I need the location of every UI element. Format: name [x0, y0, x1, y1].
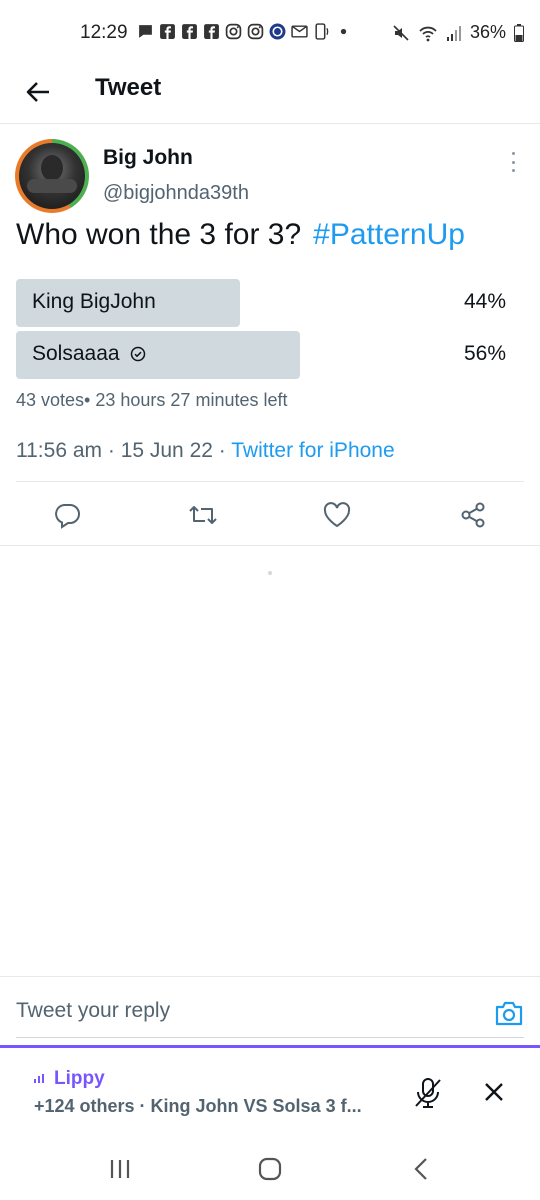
battery-icon — [514, 23, 525, 42]
nav-back-button[interactable] — [408, 1157, 434, 1181]
audio-bars-icon — [34, 1074, 44, 1083]
message-icon — [139, 25, 152, 38]
poll-votes: 43 votes — [16, 390, 85, 410]
spaces-dock[interactable]: Lippy +124 others · King John VS Solsa 3… — [0, 1045, 540, 1137]
battery-percent: 36% — [470, 22, 507, 42]
hashtag-link[interactable]: #PatternUp — [313, 218, 465, 251]
home-button[interactable] — [257, 1157, 283, 1181]
poll-option-percent: 44% — [463, 290, 506, 313]
dot-icon — [340, 28, 347, 35]
system-nav-bar — [0, 1137, 540, 1200]
arrow-left-icon — [26, 82, 49, 102]
poll-separator: • — [84, 390, 91, 410]
divider — [0, 545, 540, 546]
mic-off-icon — [415, 1078, 441, 1108]
more-dot-icon — [511, 169, 515, 172]
instagram-icon — [225, 23, 242, 40]
status-bar: 12:29 36% — [0, 0, 540, 66]
user-handle[interactable]: @bigjohnda39th — [103, 182, 249, 205]
poll-option: King BigJohn 44% — [16, 279, 524, 327]
reply-icon — [55, 504, 80, 529]
share-icon — [461, 502, 485, 528]
spaces-subtitle: +124 others · King John VS Solsa 3 f... — [34, 1096, 362, 1116]
spaces-host: Lippy — [54, 1068, 105, 1089]
like-icon — [323, 502, 351, 528]
like-button[interactable] — [322, 500, 352, 530]
close-button[interactable] — [480, 1078, 508, 1106]
camera-icon — [495, 1001, 523, 1026]
meta-separator: · — [107, 439, 115, 462]
page-title: Tweet — [95, 74, 162, 101]
tweet-date: 15 Jun 22 — [120, 439, 213, 462]
retweet-button[interactable] — [188, 500, 218, 530]
more-dot-icon — [511, 152, 515, 155]
tweet-source-link[interactable]: Twitter for iPhone — [231, 439, 394, 462]
back-icon — [414, 1158, 427, 1180]
facebook-icon — [160, 24, 175, 39]
instagram-icon — [247, 23, 264, 40]
mic-toggle-button[interactable] — [412, 1076, 444, 1110]
poll-option-label: Solsaaaa — [32, 342, 146, 366]
tweet-actions — [0, 482, 540, 546]
poll-time-left: 23 hours 27 minutes left — [95, 390, 288, 410]
close-icon — [485, 1083, 503, 1101]
home-icon — [258, 1157, 282, 1181]
reply-composer — [0, 976, 540, 1046]
facebook-icon — [182, 24, 197, 39]
app-icon — [269, 23, 286, 40]
reply-button[interactable] — [52, 500, 82, 530]
top-app-bar: Tweet — [0, 66, 540, 124]
share-button[interactable] — [458, 500, 488, 530]
tweet-timestamp: 11:56 am · 15 Jun 22 · Twitter for iPhon… — [16, 439, 395, 463]
signal-icon — [447, 25, 461, 41]
tweet-body: Who won the 3 for 3? — [16, 218, 302, 251]
recents-icon — [110, 1160, 130, 1178]
mail-icon — [291, 25, 308, 38]
avatar[interactable] — [15, 139, 89, 213]
meta-separator: · — [218, 439, 226, 462]
system-status-icons: 36% — [392, 22, 525, 43]
notification-icons — [137, 23, 352, 40]
tweet-time: 11:56 am — [16, 439, 102, 462]
more-options-button[interactable] — [503, 150, 523, 174]
facebook-icon — [204, 24, 219, 39]
retweet-icon — [189, 506, 217, 524]
poll-option: Solsaaaa 56% — [16, 331, 524, 379]
poll-meta: 43 votes• 23 hours 27 minutes left — [16, 390, 288, 411]
poll-option-label: King BigJohn — [32, 290, 156, 313]
more-dot-icon — [511, 160, 515, 164]
spaces-title: Lippy — [34, 1068, 105, 1090]
tweet-text: Who won the 3 for 3? #PatternUp — [16, 218, 465, 252]
mute-icon — [393, 24, 409, 41]
check-circle-icon — [130, 346, 145, 362]
back-button[interactable] — [20, 74, 56, 110]
poll-option-percent: 56% — [463, 342, 506, 365]
recents-button[interactable] — [107, 1157, 133, 1181]
reply-underline — [16, 1037, 524, 1038]
status-time: 12:29 — [80, 22, 128, 43]
display-name[interactable]: Big John — [103, 146, 193, 170]
reply-input[interactable] — [16, 999, 436, 1023]
avatar-photo — [19, 143, 85, 209]
loading-indicator — [268, 571, 272, 575]
phone-icon — [315, 23, 329, 40]
wifi-icon — [419, 26, 437, 41]
camera-button[interactable] — [494, 999, 524, 1027]
